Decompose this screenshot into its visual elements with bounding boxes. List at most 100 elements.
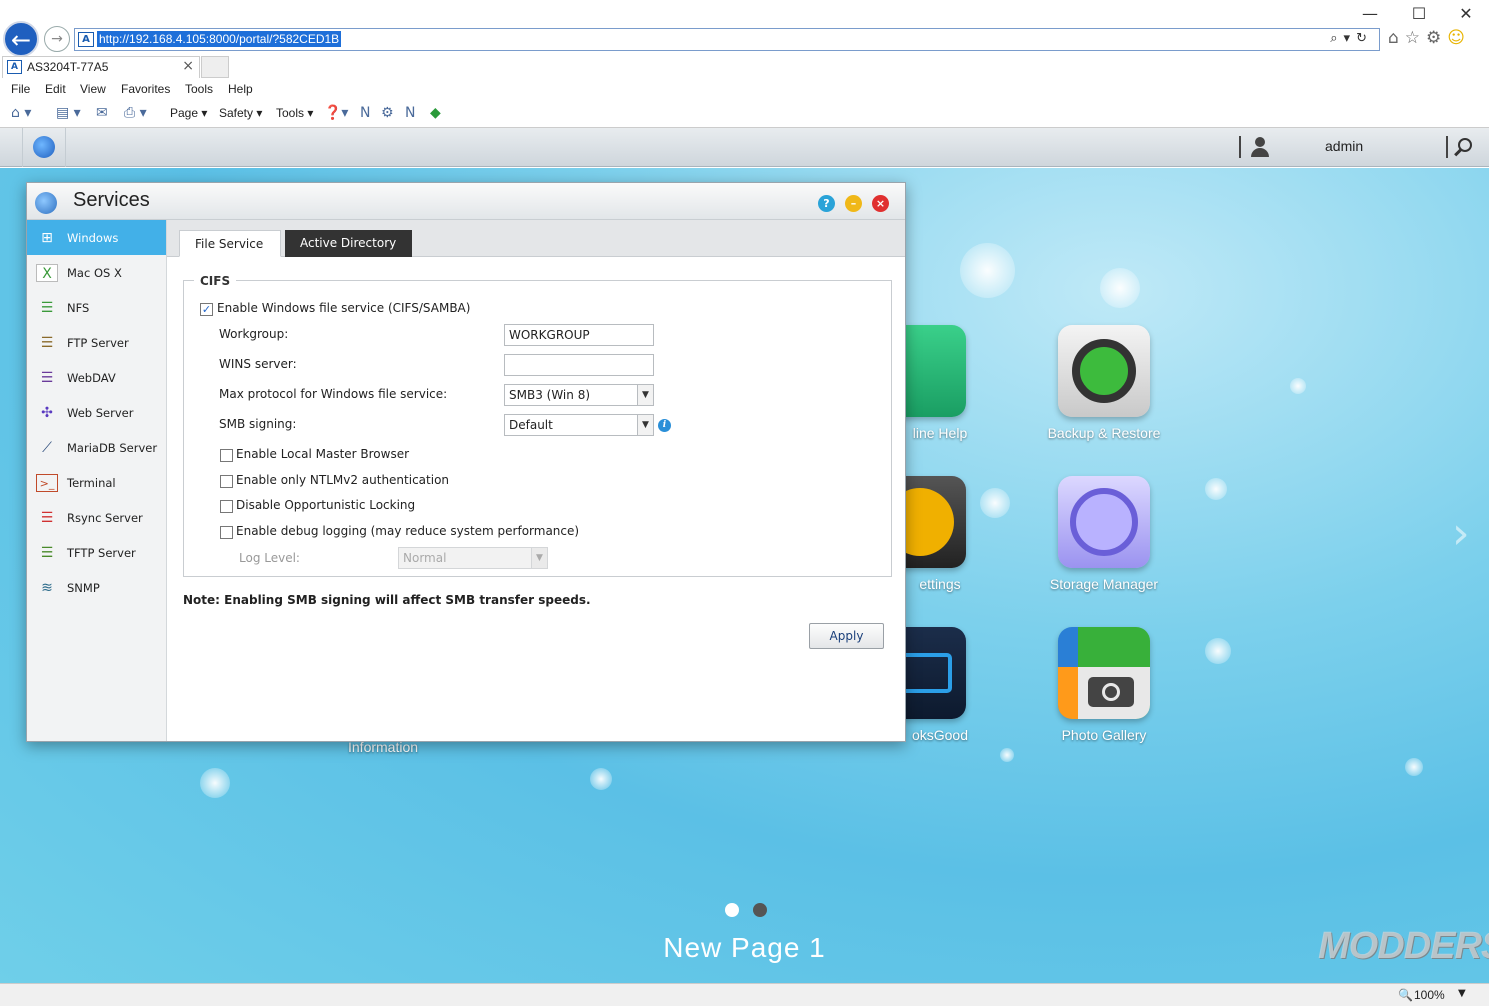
minimize-window-icon[interactable]: —: [1355, 4, 1385, 23]
zoom-level[interactable]: 100%: [1414, 988, 1445, 1002]
ntlmv2-checkbox[interactable]: [220, 475, 233, 488]
menu-favorites[interactable]: Favorites: [121, 82, 170, 96]
sidebar-item-label: Web Server: [67, 406, 134, 420]
nfs-icon: ☰: [40, 300, 54, 316]
address-tools[interactable]: ⌕▾↻: [1330, 31, 1373, 46]
app-storage-manager[interactable]: Storage Manager: [1044, 476, 1164, 592]
sidebar-item-tftp-server[interactable]: ☰ TFTP Server: [27, 535, 166, 570]
address-url[interactable]: http://192.168.4.105:8000/portal/?582CED…: [97, 31, 342, 47]
zoom-icon[interactable]: 🔍: [1398, 988, 1413, 1002]
browser-tab[interactable]: A AS3204T-77A5 ×: [2, 56, 200, 78]
page-indicator-2[interactable]: [753, 903, 767, 917]
cmd-safety-label: Safety: [219, 106, 254, 120]
window-minimize-button[interactable]: –: [845, 195, 862, 212]
refresh-icon[interactable]: ↻: [1356, 31, 1373, 46]
window-title-bar[interactable]: Services ? – ×: [27, 183, 905, 220]
taskbar-divider: [1446, 136, 1448, 158]
address-bar[interactable]: A http://192.168.4.105:8000/portal/?582C…: [74, 28, 1380, 51]
debug-logging-checkbox[interactable]: [220, 526, 233, 539]
sidebar-item-terminal[interactable]: >_ Terminal: [27, 465, 166, 500]
back-button[interactable]: ←: [3, 21, 39, 57]
help-cmd-icon[interactable]: ❓▾: [324, 105, 348, 121]
log-level-value: Normal: [403, 551, 447, 565]
maximize-window-icon[interactable]: ☐: [1404, 4, 1434, 23]
browser-nav-icons: ⌂☆⚙☺: [1388, 28, 1471, 48]
zoom-dropdown-icon[interactable]: ▼: [1458, 988, 1466, 999]
sidebar-item-ftp-server[interactable]: ☰ FTP Server: [27, 325, 166, 360]
onenote-icon[interactable]: N: [360, 105, 370, 121]
close-window-icon[interactable]: ✕: [1451, 4, 1481, 23]
mail-icon[interactable]: ✉: [96, 105, 108, 121]
menu-tools[interactable]: Tools: [185, 82, 213, 96]
wins-server-input[interactable]: [504, 354, 654, 376]
enable-cifs-checkbox[interactable]: ✓: [200, 303, 213, 316]
enable-cifs-label[interactable]: Enable Windows file service (CIFS/SAMBA): [217, 301, 470, 315]
app-backup-restore[interactable]: Backup & Restore: [1044, 325, 1164, 441]
workgroup-input[interactable]: [504, 324, 654, 346]
home-icon[interactable]: ⌂: [1388, 28, 1405, 48]
sparkle: [980, 488, 1010, 518]
sidebar-item-windows[interactable]: ⊞ Windows: [27, 220, 166, 255]
ntlmv2-label[interactable]: Enable only NTLMv2 authentication: [236, 473, 449, 487]
print-icon[interactable]: ⎙ ▾: [124, 105, 147, 121]
chevron-down-icon[interactable]: ▼: [637, 415, 653, 435]
desktop-page-name[interactable]: New Page 1: [0, 932, 1489, 964]
sidebar-item-snmp[interactable]: ≋ SNMP: [27, 570, 166, 605]
info-icon[interactable]: i: [658, 419, 671, 432]
tab-file-service[interactable]: File Service: [179, 230, 281, 257]
smb-signing-select[interactable]: Default ▼: [504, 414, 654, 436]
addon-icon[interactable]: ◆: [430, 105, 441, 121]
window-close-button[interactable]: ×: [872, 195, 889, 212]
menu-help[interactable]: Help: [228, 82, 253, 96]
tab-close-icon[interactable]: ×: [182, 58, 194, 74]
disable-oplock-label[interactable]: Disable Opportunistic Locking: [236, 498, 415, 512]
sidebar-item-label: FTP Server: [67, 336, 129, 350]
tab-active-directory[interactable]: Active Directory: [285, 230, 412, 257]
feeds-icon[interactable]: ▤ ▾: [56, 105, 81, 121]
sidebar-item-web-server[interactable]: ✣ Web Server: [27, 395, 166, 430]
next-page-chevron-icon[interactable]: ›: [1452, 508, 1470, 559]
app-photo-gallery[interactable]: Photo Gallery: [1044, 627, 1164, 743]
sidebar-item-mac-os-x[interactable]: X Mac OS X: [27, 255, 166, 290]
forward-button[interactable]: →: [44, 26, 70, 52]
apply-button[interactable]: Apply: [809, 623, 884, 649]
local-master-browser-checkbox[interactable]: [220, 449, 233, 462]
wins-server-label: WINS server:: [219, 357, 297, 371]
onenote-linked-icon[interactable]: N: [405, 105, 415, 121]
menu-view[interactable]: View: [80, 82, 106, 96]
gear-icon[interactable]: ⚙: [1426, 28, 1447, 48]
settings-cmd-icon[interactable]: ⚙: [381, 105, 394, 121]
window-help-button[interactable]: ?: [818, 195, 835, 212]
cmd-page[interactable]: Page ▾: [170, 106, 207, 120]
home-cmd-icon[interactable]: ⌂ ▾: [11, 105, 31, 121]
tftp-icon: ☰: [40, 545, 54, 561]
menu-file[interactable]: File: [11, 82, 30, 96]
favorites-star-icon[interactable]: ☆: [1405, 28, 1426, 48]
local-master-browser-label[interactable]: Enable Local Master Browser: [236, 447, 409, 461]
menu-edit[interactable]: Edit: [45, 82, 66, 96]
sidebar-item-webdav[interactable]: ☰ WebDAV: [27, 360, 166, 395]
sidebar-item-mariadb-server[interactable]: ⟋ MariaDB Server: [27, 430, 166, 465]
max-protocol-select[interactable]: SMB3 (Win 8) ▼: [504, 384, 654, 406]
mariadb-icon: ⟋: [42, 440, 52, 456]
workgroup-label: Workgroup:: [219, 327, 289, 341]
sidebar-item-nfs[interactable]: ☰ NFS: [27, 290, 166, 325]
search-dropdown-icon[interactable]: ⌕▾: [1330, 31, 1356, 46]
debug-logging-label[interactable]: Enable debug logging (may reduce system …: [236, 524, 579, 538]
cmd-tools[interactable]: Tools ▾: [276, 106, 313, 120]
tab-title: AS3204T-77A5: [27, 60, 109, 74]
sidebar-item-rsync-server[interactable]: ☰ Rsync Server: [27, 500, 166, 535]
sparkle: [960, 243, 1015, 298]
disable-oplock-checkbox[interactable]: [220, 500, 233, 513]
adm-home-button[interactable]: [22, 128, 66, 167]
chevron-down-icon[interactable]: ▼: [637, 385, 653, 405]
search-icon[interactable]: [1458, 138, 1472, 152]
admin-username[interactable]: admin: [1325, 138, 1363, 154]
smiley-feedback-icon[interactable]: ☺: [1447, 28, 1471, 48]
modders-watermark: MODDERS: [1318, 925, 1489, 967]
page-indicator-1[interactable]: [725, 903, 739, 917]
cmd-safety[interactable]: Safety ▾: [219, 106, 262, 120]
app-label: Photo Gallery: [1061, 727, 1147, 743]
new-tab-button[interactable]: [201, 56, 229, 78]
user-icon[interactable]: [1250, 137, 1270, 157]
